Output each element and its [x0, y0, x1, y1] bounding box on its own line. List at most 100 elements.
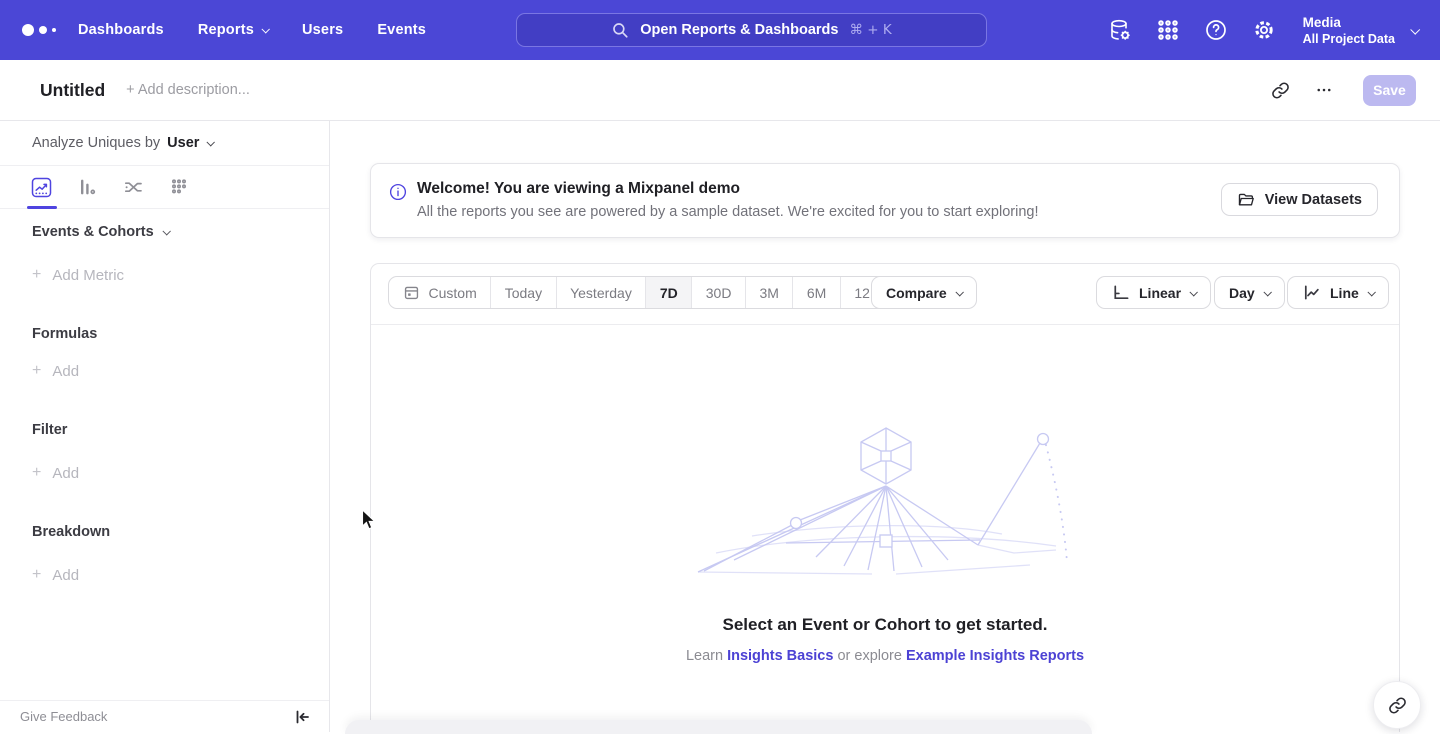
add-filter-button[interactable]: + Add [32, 464, 79, 482]
chevron-down-icon [1189, 288, 1197, 296]
global-search-input[interactable]: Open Reports & Dashboards ⌘ + K [516, 13, 987, 47]
section-title: Filter [32, 422, 67, 438]
chevron-down-icon [1263, 288, 1271, 296]
chart-type-dropdown[interactable]: Line [1287, 276, 1389, 309]
nav-item-label: Events [377, 22, 426, 38]
compare-label: Compare [886, 285, 947, 301]
save-button[interactable]: Save [1363, 75, 1416, 106]
example-insights-reports-link[interactable]: Example Insights Reports [906, 648, 1084, 664]
info-icon [389, 183, 407, 201]
view-datasets-label: View Datasets [1265, 192, 1362, 208]
report-title[interactable]: Untitled [40, 80, 105, 101]
nav-item-dashboards[interactable]: Dashboards [78, 22, 164, 38]
nav-right: Media All Project Data [1108, 0, 1440, 60]
tab-bar-chart-icon[interactable] [77, 177, 98, 198]
tab-flow-icon[interactable] [123, 177, 144, 198]
chevron-down-icon [1367, 288, 1375, 296]
range-3m[interactable]: 3M [746, 277, 793, 308]
tab-metrics-icon[interactable] [169, 177, 190, 198]
project-subtitle: All Project Data [1303, 31, 1395, 47]
report-header-actions: Save [1263, 73, 1416, 107]
plus-icon: + [32, 566, 41, 584]
chart-type-tabs [0, 167, 329, 209]
nav-item-events[interactable]: Events [377, 22, 426, 38]
help-icon[interactable] [1204, 18, 1228, 42]
empty-state-title: Select an Event or Cohort to get started… [371, 615, 1399, 635]
banner-title: Welcome! You are viewing a Mixpanel demo [417, 180, 740, 198]
nav-items: Dashboards Reports Users Events [78, 22, 426, 38]
links-prefix: Learn [686, 648, 727, 664]
empty-state-illustration [696, 424, 1076, 576]
query-builder-sidebar: Analyze Uniques by User Events & Coho [0, 121, 330, 732]
range-label: 30D [706, 285, 732, 301]
range-label: 6M [807, 285, 826, 301]
more-options-button[interactable] [1307, 73, 1341, 107]
chevron-down-icon [261, 25, 269, 33]
interval-dropdown[interactable]: Day [1214, 276, 1285, 309]
top-nav: Dashboards Reports Users Events Open Rep… [0, 0, 1440, 60]
logo-dot [52, 28, 56, 32]
search-placeholder: Open Reports & Dashboards [640, 22, 838, 38]
range-yesterday[interactable]: Yesterday [557, 277, 647, 308]
range-today[interactable]: Today [491, 277, 556, 308]
floating-share-button[interactable] [1373, 681, 1421, 729]
scale-dropdown[interactable]: Linear [1096, 276, 1211, 309]
ellipsis-icon [1315, 81, 1333, 99]
chevron-down-icon [955, 288, 963, 296]
report-header: Untitled + Add description... Save [0, 60, 1440, 121]
welcome-banner: Welcome! You are viewing a Mixpanel demo… [370, 163, 1400, 238]
plus-icon: + [32, 266, 41, 284]
report-description-placeholder[interactable]: + Add description... [126, 82, 250, 98]
collapse-sidebar-icon[interactable] [292, 707, 312, 727]
view-datasets-button[interactable]: View Datasets [1221, 183, 1378, 216]
chart-type-label: Line [1330, 285, 1359, 301]
chevron-down-icon [162, 227, 170, 235]
give-feedback-link[interactable]: Give Feedback [20, 709, 107, 724]
add-breakdown-button[interactable]: + Add [32, 566, 79, 584]
range-7d-selected[interactable]: 7D [646, 277, 692, 308]
nav-item-users[interactable]: Users [302, 22, 343, 38]
range-6m[interactable]: 6M [793, 277, 840, 308]
add-metric-button[interactable]: + Add Metric [32, 266, 124, 284]
plus-icon: + [32, 464, 41, 482]
add-formula-button[interactable]: + Add [32, 362, 79, 380]
plus-icon: + [32, 362, 41, 380]
scale-label: Linear [1139, 285, 1181, 301]
copy-link-button[interactable] [1263, 73, 1297, 107]
analyze-row: Analyze Uniques by User [0, 121, 329, 166]
settings-gear-icon[interactable] [1252, 18, 1276, 42]
line-chart-icon [1302, 283, 1321, 302]
add-label: Add [52, 465, 79, 482]
range-custom[interactable]: Custom [389, 277, 491, 308]
section-formulas: Formulas [32, 326, 97, 342]
range-label: 7D [660, 285, 678, 301]
section-events-cohorts[interactable]: Events & Cohorts [32, 224, 169, 240]
project-selector[interactable]: Media All Project Data [1303, 14, 1418, 47]
sidebar-footer: Give Feedback [0, 700, 329, 732]
compare-button[interactable]: Compare [871, 276, 977, 309]
insights-basics-link[interactable]: Insights Basics [727, 648, 833, 664]
range-30d[interactable]: 30D [692, 277, 746, 308]
nav-item-label: Reports [198, 22, 254, 38]
add-label: Add [52, 363, 79, 380]
links-middle: or explore [833, 648, 906, 664]
section-title: Events & Cohorts [32, 224, 154, 240]
chevron-down-icon [207, 138, 215, 146]
chevron-down-icon [1410, 24, 1420, 34]
add-label: Add [52, 567, 79, 584]
nav-item-reports[interactable]: Reports [198, 22, 268, 38]
data-management-icon[interactable] [1108, 18, 1132, 42]
apps-grid-icon[interactable] [1156, 18, 1180, 42]
tab-line-chart-icon[interactable] [31, 177, 52, 198]
analyze-label: Analyze Uniques by [32, 135, 160, 151]
link-icon [1388, 696, 1407, 715]
logo-dot [22, 24, 34, 36]
folder-icon [1237, 191, 1255, 209]
analyze-value-dropdown[interactable]: User [167, 135, 213, 151]
interval-label: Day [1229, 285, 1255, 301]
range-label: Yesterday [570, 285, 632, 301]
mixpanel-logo[interactable] [22, 24, 62, 36]
nav-item-label: Users [302, 22, 343, 38]
date-range-segmented-control: Custom Today Yesterday 7D 30D 3M 6M 12M [388, 276, 896, 309]
section-title: Breakdown [32, 524, 110, 540]
